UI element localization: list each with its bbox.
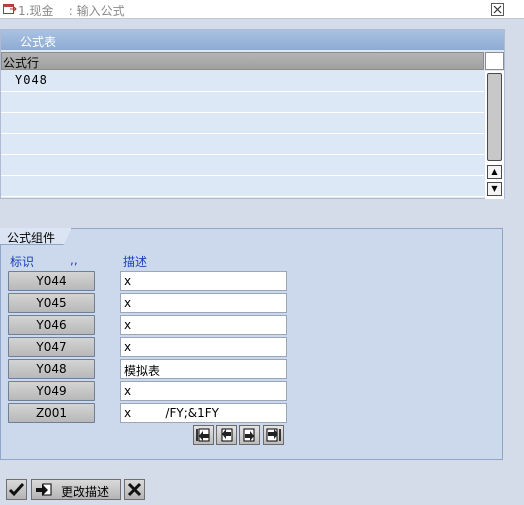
scrollbar-thumb[interactable]	[487, 73, 502, 161]
window-title: 1.现金 : 输入公式	[18, 4, 125, 18]
column-header-description: 描述	[123, 255, 148, 269]
formula-grid: Y048	[1, 71, 484, 199]
component-button-y049[interactable]: Y049	[8, 381, 95, 401]
component-button-y045[interactable]: Y045	[8, 293, 95, 313]
bottom-toolbar: 更改描述	[0, 475, 524, 505]
component-description: x	[120, 315, 287, 335]
formula-components-tab: 公式组件	[0, 228, 72, 245]
edit-arrow-icon	[36, 483, 52, 496]
column-settings-button[interactable]	[485, 52, 504, 70]
component-description: x	[120, 293, 287, 313]
page-next-icon[interactable]	[239, 425, 260, 445]
change-description-button[interactable]: 更改描述	[31, 479, 121, 500]
formula-table-panel: 公式表 公式行 Y048 ▲ ▼	[0, 29, 505, 199]
column-header-id: 标识	[10, 255, 35, 269]
column-header-id-marker: ,,	[70, 253, 78, 267]
title-bar: 1.现金 : 输入公式	[0, 0, 524, 19]
component-description: x	[120, 337, 287, 357]
page-prev-icon[interactable]	[216, 425, 237, 445]
component-description: x	[120, 381, 287, 401]
close-icon[interactable]	[491, 3, 504, 16]
page-first-icon[interactable]	[193, 425, 214, 445]
page-last-icon[interactable]	[263, 425, 284, 445]
component-button-y048[interactable]: Y048	[8, 359, 95, 379]
component-description: 模拟表	[120, 359, 287, 379]
formula-row[interactable]	[1, 134, 484, 155]
confirm-button[interactable]	[6, 479, 27, 500]
vertical-scrollbar[interactable]: ▲ ▼	[485, 71, 504, 199]
component-button-y047[interactable]: Y047	[8, 337, 95, 357]
column-header-formula-line[interactable]: 公式行	[1, 52, 484, 70]
component-button-z001[interactable]: Z001	[8, 403, 95, 423]
formula-table-title: 公式表	[1, 30, 504, 50]
scroll-down-icon[interactable]: ▼	[487, 182, 502, 196]
change-description-label: 更改描述	[61, 485, 110, 499]
formula-row[interactable]	[1, 155, 484, 176]
component-button-y046[interactable]: Y046	[8, 315, 95, 335]
cancel-x-icon	[127, 482, 142, 497]
cancel-button[interactable]	[124, 479, 145, 500]
scroll-up-icon[interactable]: ▲	[487, 165, 502, 179]
formula-row[interactable]	[1, 92, 484, 113]
component-button-y044[interactable]: Y044	[8, 271, 95, 291]
formula-row[interactable]	[1, 113, 484, 134]
formula-row[interactable]	[1, 176, 484, 197]
component-description: x /FY;&1FY	[120, 403, 287, 423]
formula-row[interactable]: Y048	[1, 71, 484, 92]
component-description: x	[120, 271, 287, 291]
sap-window-icon	[3, 3, 17, 15]
checkmark-icon	[8, 482, 25, 497]
